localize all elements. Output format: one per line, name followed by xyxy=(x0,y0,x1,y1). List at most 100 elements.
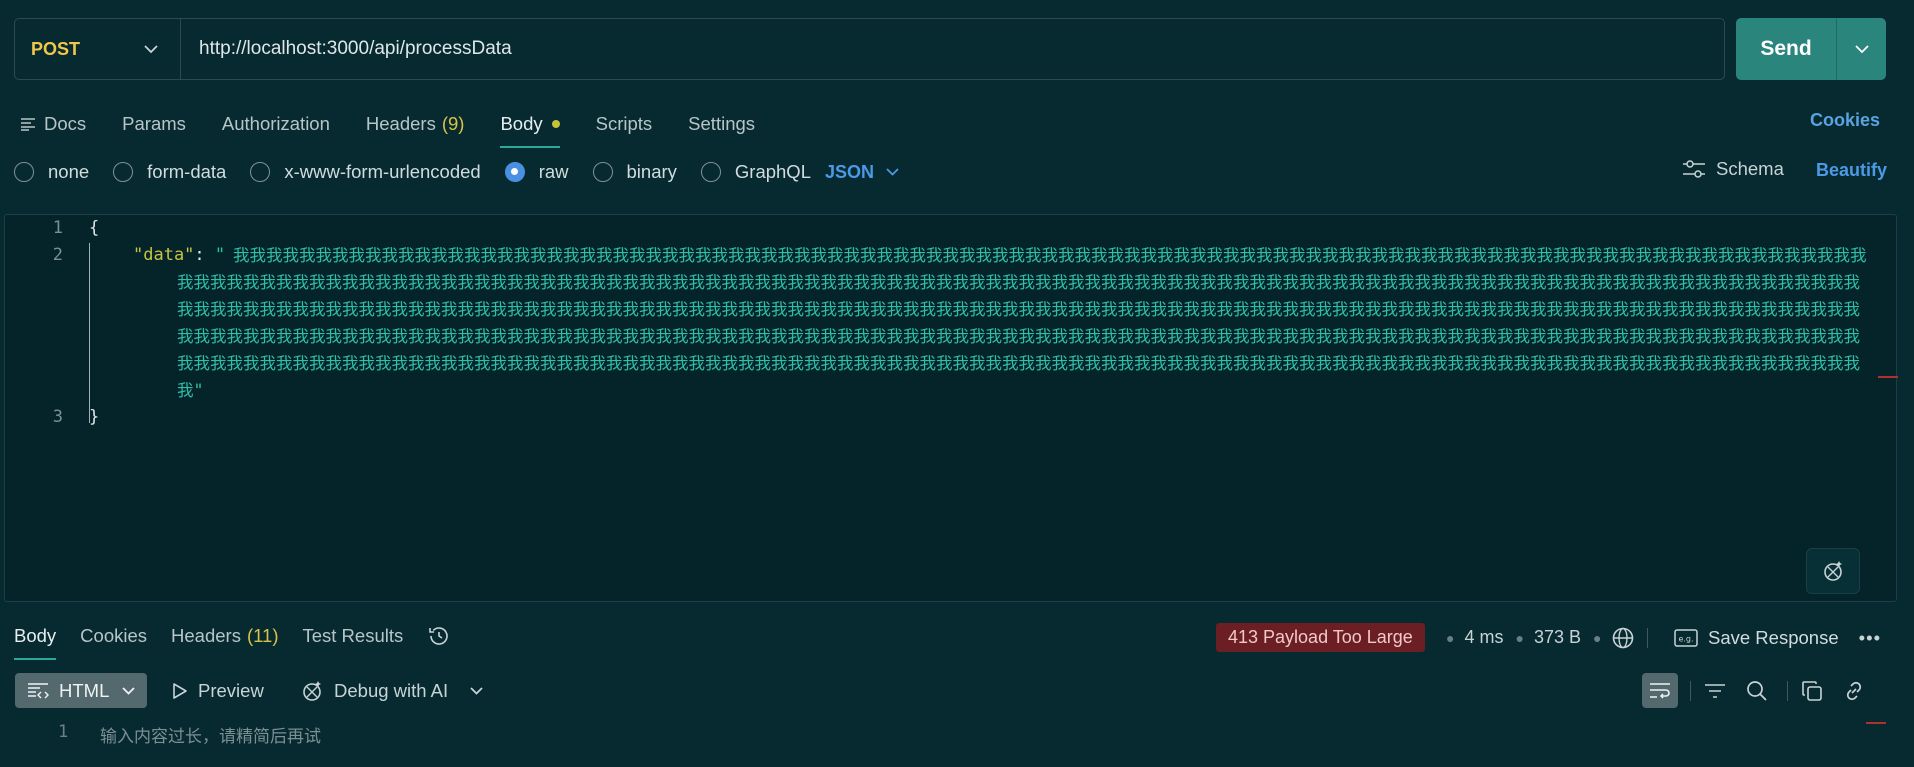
response-meta: ● 4 ms ● 373 B ● xyxy=(1446,623,1649,652)
body-type-label: form-data xyxy=(147,161,227,182)
chevron-down-icon[interactable] xyxy=(470,686,483,695)
save-response-label: Save Response xyxy=(1708,626,1839,648)
tab-params-label: Params xyxy=(122,113,186,134)
response-view-tools xyxy=(1642,673,1878,708)
scrollbar-error-marker xyxy=(1866,722,1886,724)
response-tab-cookies[interactable]: Cookies xyxy=(80,618,147,654)
more-options-icon[interactable]: ••• xyxy=(1859,627,1881,649)
schema-button[interactable]: Schema xyxy=(1682,158,1784,180)
search-icon xyxy=(1747,680,1767,701)
tab-scripts-label: Scripts xyxy=(595,113,653,134)
tab-headers-count: (9) xyxy=(441,113,465,134)
docs-icon xyxy=(21,118,35,131)
divider xyxy=(1787,680,1788,701)
tab-authorization-label: Authorization xyxy=(221,113,330,134)
body-type-binary[interactable]: binary xyxy=(592,161,677,183)
history-button[interactable] xyxy=(427,618,451,654)
tab-docs-label: Docs xyxy=(44,113,87,134)
body-type-graphql[interactable]: GraphQL xyxy=(700,161,811,183)
line-number: 3 xyxy=(52,407,63,427)
response-tab-body[interactable]: Body xyxy=(14,618,57,660)
method-label: POST xyxy=(31,38,81,59)
response-time: 4 ms xyxy=(1464,627,1504,647)
method-select[interactable]: POST xyxy=(15,19,181,79)
tab-docs[interactable]: Docs xyxy=(20,104,86,144)
response-tab-label: Headers xyxy=(171,625,241,646)
ai-assist-button[interactable] xyxy=(1806,548,1860,594)
response-tab-headers[interactable]: Headers (11) xyxy=(171,618,278,654)
open-brace: { xyxy=(89,218,100,238)
chevron-down-icon xyxy=(122,686,135,695)
json-value-close-quote: " xyxy=(193,381,204,400)
globe-icon[interactable] xyxy=(1611,626,1635,650)
line-number: 1 xyxy=(52,218,63,238)
response-tabs: Body Cookies Headers (11) Test Results xyxy=(14,618,475,660)
radio-icon[interactable] xyxy=(250,162,271,182)
play-icon xyxy=(173,682,187,699)
request-tabs: Docs Params Authorization Headers (9) Bo… xyxy=(20,104,791,148)
body-type-options: none form-data x-www-form-urlencoded raw… xyxy=(14,158,899,186)
chevron-down-icon xyxy=(144,44,158,53)
beautify-button[interactable]: Beautify xyxy=(1816,160,1887,181)
body-type-raw[interactable]: raw xyxy=(504,161,569,183)
response-headers-count: (11) xyxy=(246,625,279,646)
wrap-icon xyxy=(1650,682,1670,699)
send-button[interactable]: Send xyxy=(1736,18,1836,80)
tab-scripts[interactable]: Scripts xyxy=(596,104,653,144)
filter-button[interactable] xyxy=(1697,673,1733,708)
chevron-down-icon xyxy=(886,168,899,176)
response-tab-label: Cookies xyxy=(80,625,148,646)
send-options-button[interactable] xyxy=(1837,18,1886,80)
preview-button[interactable]: Preview xyxy=(172,673,264,708)
history-icon xyxy=(429,627,449,645)
link-icon xyxy=(1846,681,1862,700)
tab-headers[interactable]: Headers (9) xyxy=(366,104,465,144)
response-format-select[interactable]: HTML xyxy=(15,673,147,708)
search-button[interactable] xyxy=(1739,673,1775,708)
response-tab-test-results[interactable]: Test Results xyxy=(302,618,403,654)
radio-checked-icon[interactable] xyxy=(504,162,525,182)
tab-body-label: Body xyxy=(500,113,543,134)
body-type-form-data[interactable]: form-data xyxy=(113,161,226,183)
raw-language-select[interactable]: JSON xyxy=(825,162,899,183)
body-type-urlencoded[interactable]: x-www-form-urlencoded xyxy=(250,161,481,183)
preview-label: Preview xyxy=(198,679,264,701)
save-response-button[interactable]: e.g. Save Response ••• xyxy=(1674,623,1881,652)
scrollbar-error-marker xyxy=(1878,376,1898,378)
tab-params[interactable]: Params xyxy=(122,104,186,144)
body-type-label: raw xyxy=(538,161,569,182)
radio-icon[interactable] xyxy=(14,162,34,182)
tab-settings[interactable]: Settings xyxy=(688,104,755,144)
modified-indicator-dot xyxy=(551,120,560,128)
radio-icon[interactable] xyxy=(113,162,134,182)
example-icon: e.g. xyxy=(1674,628,1698,647)
line-number: 2 xyxy=(52,245,63,265)
body-type-none[interactable]: none xyxy=(14,161,89,183)
wrap-lines-button[interactable] xyxy=(1642,673,1678,708)
response-tab-label: Test Results xyxy=(302,625,404,646)
tab-authorization[interactable]: Authorization xyxy=(222,104,330,144)
code-lines-icon xyxy=(28,682,49,698)
ai-debug-icon xyxy=(303,680,321,701)
response-size: 373 B xyxy=(1533,627,1581,647)
radio-icon[interactable] xyxy=(592,162,613,182)
divider xyxy=(1690,680,1691,701)
filter-icon xyxy=(1705,683,1725,698)
json-string-value: 我我我我我我我我我我我我我我我我我我我我我我我我我我我我我我我我我我我我我我我我… xyxy=(177,242,1869,404)
svg-text:e.g.: e.g. xyxy=(1678,634,1693,643)
body-type-label: GraphQL xyxy=(734,161,811,182)
debug-label: Debug with AI xyxy=(334,679,449,701)
tab-headers-label: Headers xyxy=(365,113,436,134)
url-input[interactable]: http://localhost:3000/api/processData xyxy=(181,38,512,60)
schema-label: Schema xyxy=(1716,158,1784,179)
copy-button[interactable] xyxy=(1794,673,1830,708)
close-brace: } xyxy=(89,407,100,427)
radio-icon[interactable] xyxy=(700,162,721,182)
request-body-editor[interactable]: 1 2 3 { "data": " 我我我我我我我我我我我我我我我我我我我我我我… xyxy=(4,214,1897,602)
tab-body[interactable]: Body xyxy=(500,104,560,148)
debug-with-ai-button[interactable]: Debug with AI xyxy=(300,673,493,708)
copy-icon xyxy=(1802,680,1822,701)
cookies-link[interactable]: Cookies xyxy=(1810,110,1880,131)
json-string-chars: 我我我我我我我我我我我我我我我我我我我我我我我我我我我我我我我我我我我我我我我我… xyxy=(177,246,1867,400)
link-button[interactable] xyxy=(1836,673,1872,708)
